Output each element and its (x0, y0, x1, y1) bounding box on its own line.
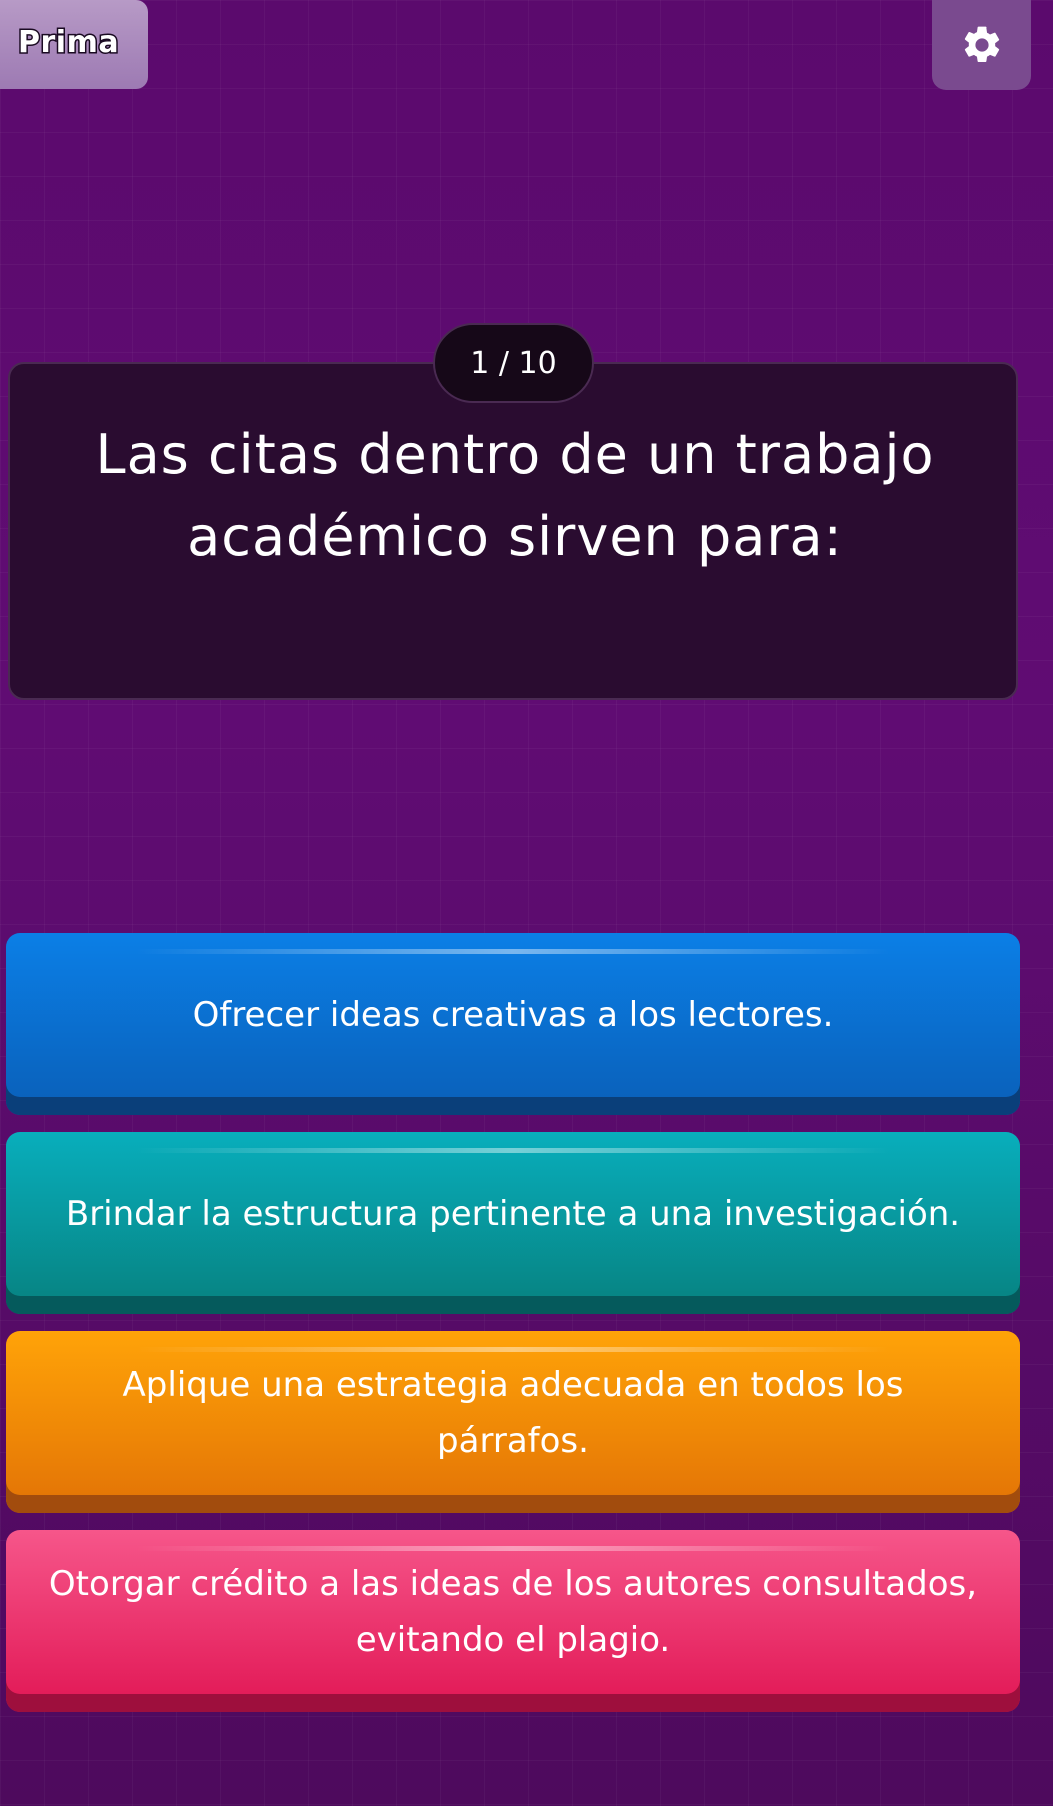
answer-option-1[interactable]: Ofrecer ideas creativas a los lectores. (6, 933, 1020, 1115)
player-badge-label: Prima (16, 24, 120, 62)
question-counter: 1 / 10 (433, 323, 594, 403)
player-badge[interactable]: Prima (0, 0, 148, 89)
question-card: Las citas dentro de un trabajo académico… (8, 362, 1018, 700)
answer-option-3[interactable]: Aplique una estrategia adecuada en todos… (6, 1331, 1020, 1513)
question-text: Las citas dentro de un trabajo académico… (95, 423, 935, 568)
answer-option-label: Brindar la estructura pertinente a una i… (65, 1194, 961, 1234)
answer-option-2[interactable]: Brindar la estructura pertinente a una i… (6, 1132, 1020, 1314)
answer-option-4[interactable]: Otorgar crédito a las ideas de los autor… (6, 1530, 1020, 1712)
settings-button[interactable] (932, 0, 1031, 90)
gear-icon (964, 26, 999, 63)
answer-option-label: Otorgar crédito a las ideas de los autor… (48, 1564, 978, 1660)
answer-option-label: Aplique una estrategia adecuada en todos… (122, 1365, 904, 1461)
answer-option-label: Ofrecer ideas creativas a los lectores. (192, 995, 834, 1035)
